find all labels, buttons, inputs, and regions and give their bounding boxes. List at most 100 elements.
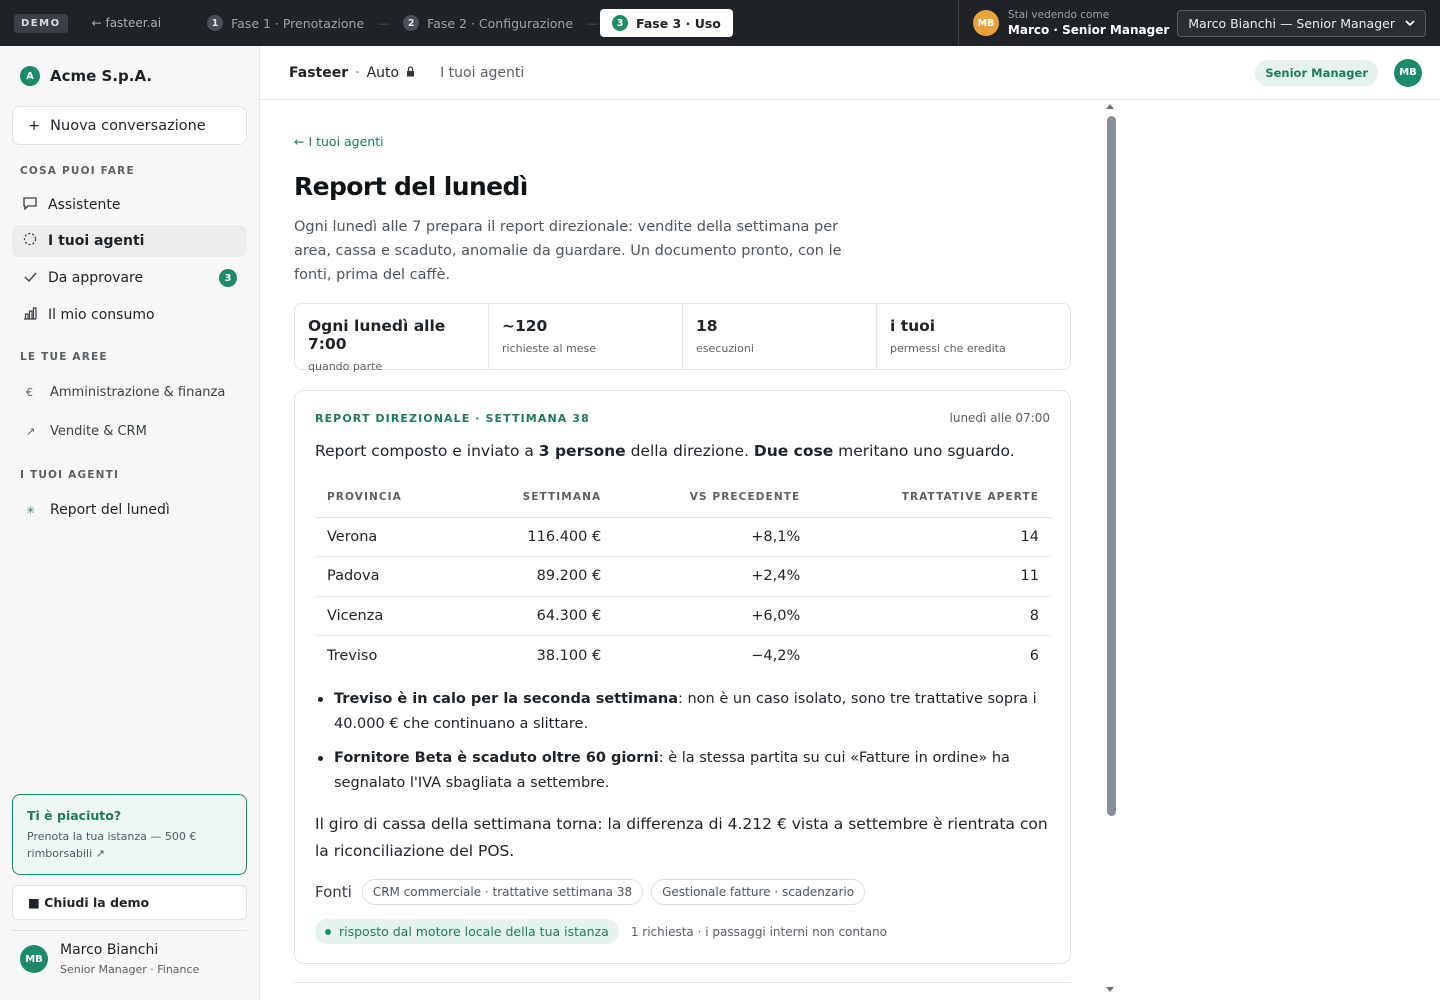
- step-number: 1: [207, 15, 224, 31]
- main-header: Fasteer · Auto I tuoi agenti Senior Mana…: [260, 46, 1440, 100]
- intro-text: meritano uno sguardo.: [833, 442, 1015, 460]
- agents-link[interactable]: I tuoi agenti: [440, 65, 524, 81]
- sidebar-item-label: Assistente: [48, 197, 121, 213]
- step-2[interactable]: 2 Fase 2 · Configurazione: [391, 9, 585, 37]
- stat-label: quando parte: [308, 360, 383, 373]
- role-select[interactable]: Marco Bianchi — Senior Manager: [1177, 9, 1426, 37]
- table-cell: +6,0%: [613, 596, 813, 636]
- mode-label[interactable]: Auto: [367, 65, 400, 81]
- intro-text: della direzione.: [625, 442, 754, 460]
- sidebar-item-usage[interactable]: Il mio consumo: [12, 299, 247, 331]
- source-chip-invoices[interactable]: Gestionale fatture · scadenzario: [651, 879, 866, 905]
- highlight-bold: Treviso è in calo per la seconda settima…: [334, 691, 678, 707]
- list-item: Treviso è in calo per la seconda settima…: [315, 687, 1055, 737]
- stat-requests: ~120 richieste al mese: [489, 304, 683, 369]
- source-chip-crm[interactable]: CRM commerciale · trattative settimana 3…: [361, 879, 644, 905]
- local-engine-badge: risposto dal motore locale della tua ist…: [315, 919, 619, 944]
- close-demo-button[interactable]: ■ Chiudi la demo: [12, 885, 247, 920]
- viewing-name: Marco · Senior Manager: [1007, 22, 1170, 37]
- chevron-down-icon: [1405, 19, 1415, 26]
- section-title-areas: LE TUE AREE: [20, 351, 108, 363]
- table-row: Treviso 38.100 € −4,2% 6: [315, 636, 1051, 676]
- sidebar-area-label: Vendite & CRM: [50, 423, 147, 439]
- stat-label: esecuzioni: [696, 342, 754, 355]
- stat-label: richieste al mese: [502, 342, 597, 355]
- user-profile[interactable]: MB Marco Bianchi Senior Manager · Financ…: [20, 942, 199, 976]
- stat-value: i tuoi: [890, 317, 936, 335]
- step-1[interactable]: 1 Fase 1 · Prenotazione: [195, 9, 376, 37]
- sidebar-item-label: Il mio consumo: [48, 307, 155, 323]
- sidebar-item-label: I tuoi agenti: [48, 233, 145, 249]
- lock-icon: [406, 65, 415, 80]
- new-conversation-label: Nuova conversazione: [50, 117, 206, 134]
- step-number: 2: [403, 15, 420, 31]
- avatar[interactable]: MB: [1394, 58, 1422, 87]
- divider: [294, 982, 1071, 983]
- demo-badge: DEMO: [14, 13, 68, 33]
- sidebar-item-approve[interactable]: Da approvare 3: [12, 262, 247, 294]
- sidebar-item-agents[interactable]: I tuoi agenti: [12, 225, 247, 257]
- engine-info: risposto dal motore locale della tua ist…: [315, 919, 887, 944]
- sidebar-area-sales[interactable]: ↗ Vendite & CRM: [12, 416, 247, 446]
- sidebar-item-assistant[interactable]: Assistente: [12, 189, 247, 221]
- org-avatar: A: [20, 66, 40, 86]
- org-switcher[interactable]: A Acme S.p.A.: [20, 66, 152, 86]
- sidebar-area-finance[interactable]: € Amministrazione & finanza: [12, 377, 247, 407]
- step-separator: —: [587, 16, 599, 30]
- back-to-agents-link[interactable]: ← I tuoi agenti: [294, 134, 384, 149]
- table-cell: 11: [812, 556, 1051, 597]
- step-separator: —: [378, 16, 390, 30]
- stat-value: 18: [696, 317, 718, 335]
- role-select-value: Marco Bianchi — Senior Manager: [1188, 15, 1395, 31]
- section-title-can-do: COSA PUOI FARE: [20, 165, 135, 177]
- stat-value: ~120: [502, 317, 548, 335]
- agent-stats: Ogni lunedì alle 7:00 quando parte ~120 …: [294, 303, 1071, 373]
- user-role: Senior Manager · Finance: [60, 963, 200, 976]
- engine-note: 1 richiesta · i passaggi interni non con…: [630, 924, 887, 939]
- promo-card[interactable]: Ti è piaciuto? Prenota la tua istanza — …: [12, 794, 247, 875]
- new-conversation-button[interactable]: + Nuova conversazione: [12, 106, 247, 145]
- report-intro: Report composto e inviato a 3 persone de…: [315, 442, 1015, 460]
- sources-label: Fonti: [315, 883, 352, 901]
- sidebar-item-label: Da approvare: [48, 270, 144, 286]
- scroll-down-arrow-icon[interactable]: [1106, 987, 1114, 992]
- table-row: Verona 116.400 € +8,1% 14: [315, 517, 1051, 557]
- scroll-up-arrow-icon[interactable]: [1106, 104, 1114, 109]
- table-row: Vicenza 64.300 € +6,0% 8: [315, 596, 1051, 636]
- user-name: Marco Bianchi: [60, 942, 159, 958]
- report-time: lunedì alle 07:00: [949, 411, 1051, 425]
- viewing-as: MB Stai vedendo come Marco · Senior Mana…: [957, 0, 1170, 46]
- column-header: PROVINCIA: [315, 477, 462, 518]
- chat-icon: [22, 196, 38, 214]
- sales-table: PROVINCIA SETTIMANA VS PRECEDENTE TRATTA…: [315, 477, 1051, 675]
- column-header: TRATTATIVE APERTE: [812, 477, 1051, 518]
- stat-value: Ogni lunedì alle 7:00: [308, 317, 446, 353]
- highlight-bold: Fornitore Beta è scaduto oltre 60 giorni: [334, 750, 659, 766]
- column-header: SETTIMANA: [461, 477, 614, 518]
- back-to-site-link[interactable]: ← fasteer.ai: [92, 16, 162, 30]
- table-cell: 64.300 €: [461, 596, 614, 636]
- report-summary: Il giro di cassa della settimana torna: …: [315, 815, 1048, 860]
- breadcrumb: Fasteer · Auto I tuoi agenti: [289, 65, 524, 81]
- table-cell: 14: [812, 517, 1051, 557]
- table-cell: 8: [812, 596, 1051, 636]
- sidebar: A Acme S.p.A. + Nuova conversazione COSA…: [0, 46, 260, 1000]
- plus-icon: +: [28, 117, 41, 134]
- report-sources: Fonti CRM commerciale · trattative setti…: [315, 879, 866, 905]
- scrollbar-thumb[interactable]: [1107, 116, 1116, 816]
- table-cell: 38.100 €: [536, 647, 602, 664]
- list-item: Fornitore Beta è scaduto oltre 60 giorni…: [315, 746, 1055, 796]
- bar-chart-icon: [22, 306, 38, 324]
- viewing-label: Stai vedendo come: [1007, 8, 1110, 21]
- divider: [12, 930, 247, 931]
- euro-icon: €: [26, 385, 33, 399]
- table-cell: Verona: [315, 517, 462, 557]
- breadcrumb-separator: ·: [355, 64, 360, 81]
- table-cell: +2,4%: [613, 556, 813, 597]
- table-cell: Vicenza: [315, 596, 462, 636]
- intro-text: Report composto e inviato a: [315, 442, 539, 460]
- top-bar: DEMO ← fasteer.ai 1 Fase 1 · Prenotazion…: [0, 0, 1440, 46]
- step-3-active[interactable]: 3 Fase 3 · Uso: [600, 9, 733, 37]
- role-badge: Senior Manager: [1255, 59, 1378, 86]
- sidebar-agent-monday-report[interactable]: ✳ Report del lunedì: [12, 495, 247, 525]
